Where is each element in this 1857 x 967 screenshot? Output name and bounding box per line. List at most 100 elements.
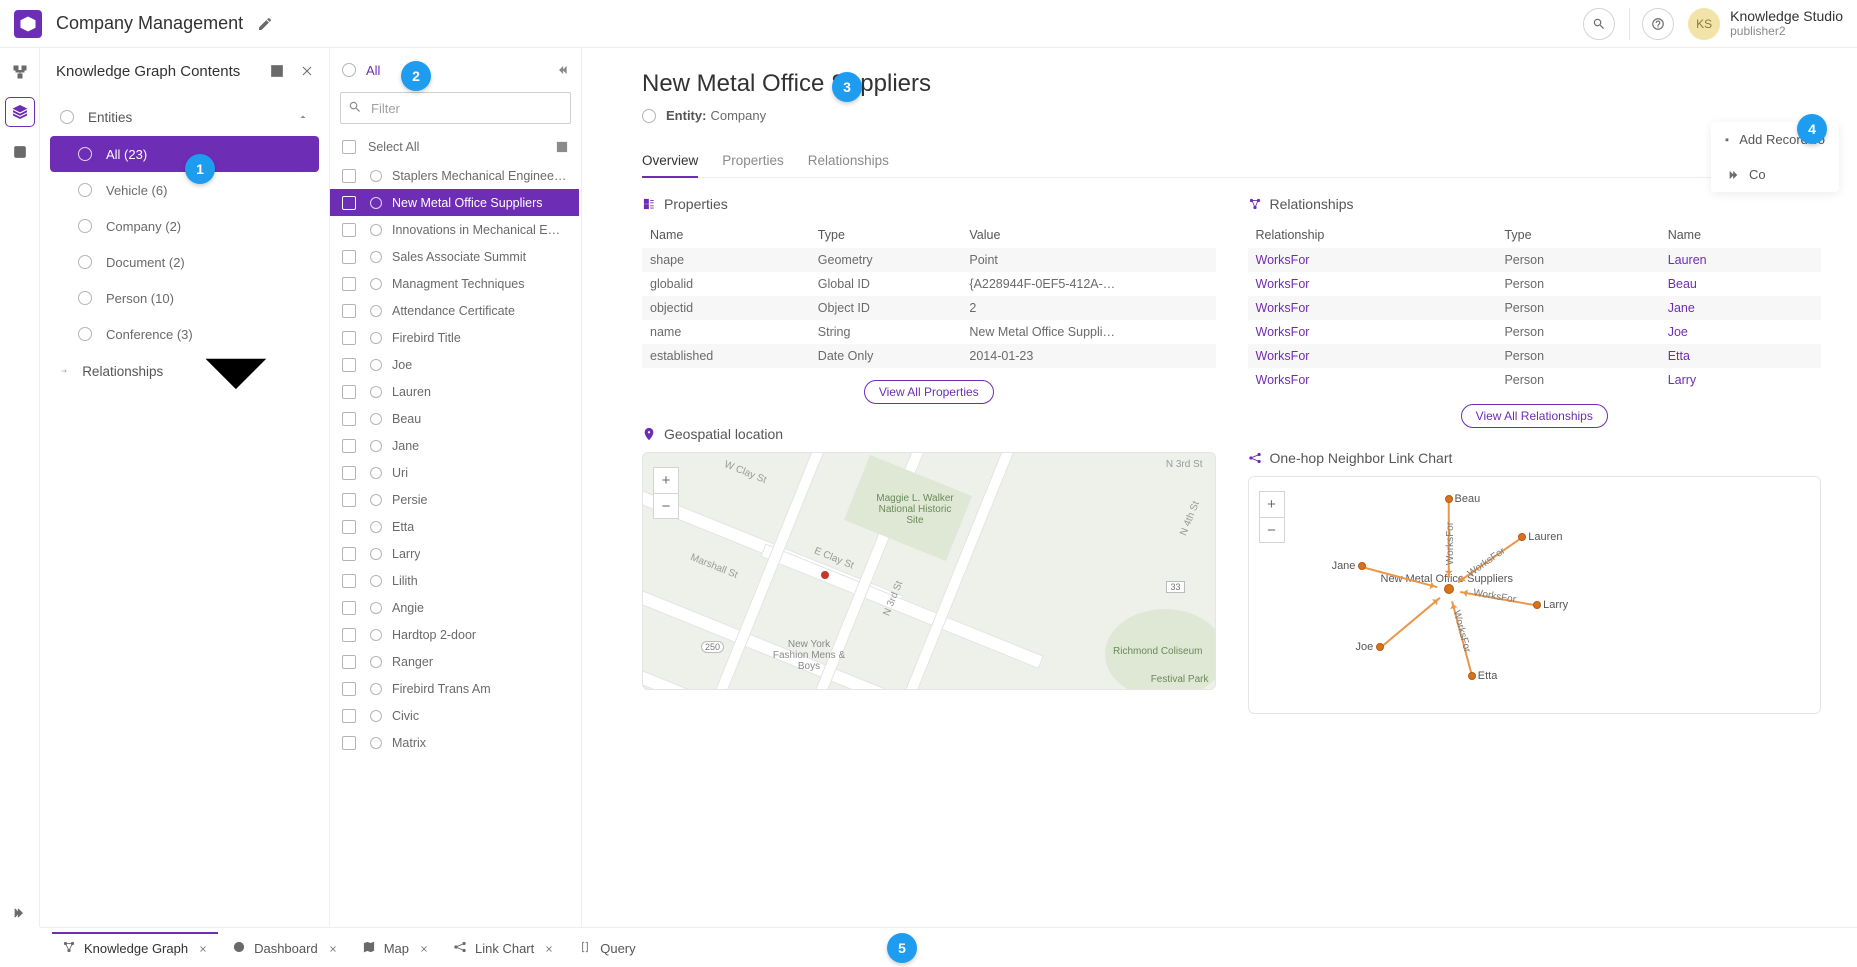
checkbox-icon[interactable] <box>342 628 356 642</box>
checkbox-icon[interactable] <box>342 385 356 399</box>
pin-icon <box>642 427 656 441</box>
radio-icon <box>78 219 92 233</box>
record-item[interactable]: Innovations in Mechanical Engin… <box>330 216 579 243</box>
record-item[interactable]: Firebird Trans Am <box>330 675 579 702</box>
rail-data-icon[interactable] <box>6 138 34 166</box>
zoom-in-button[interactable]: + <box>653 467 679 493</box>
checkbox-icon[interactable] <box>342 655 356 669</box>
zoom-out-button[interactable]: − <box>1259 517 1285 543</box>
filter-input[interactable] <box>340 92 571 124</box>
checkbox-icon[interactable] <box>342 601 356 615</box>
user-block[interactable]: Knowledge Studio publisher2 <box>1730 9 1843 38</box>
sidebar-item[interactable]: Vehicle (6) <box>50 172 319 208</box>
tab-relationships[interactable]: Relationships <box>808 145 889 177</box>
bottom-tab-knowledge-graph[interactable]: Knowledge Graph <box>52 932 218 963</box>
checkbox-icon[interactable] <box>342 196 356 210</box>
record-item[interactable]: Etta <box>330 513 579 540</box>
checkbox-icon[interactable] <box>342 574 356 588</box>
tab-overview[interactable]: Overview <box>642 145 698 178</box>
record-item[interactable]: Persie <box>330 486 579 513</box>
checkbox-icon[interactable] <box>342 250 356 264</box>
record-item[interactable]: Jane <box>330 432 579 459</box>
record-item[interactable]: Staplers Mechanical Engineering <box>330 162 579 189</box>
radio-icon <box>370 602 382 614</box>
radio-icon <box>370 548 382 560</box>
checkbox-icon[interactable] <box>342 439 356 453</box>
sidebar-item[interactable]: Company (2) <box>50 208 319 244</box>
tab-properties[interactable]: Properties <box>722 145 784 177</box>
checkbox-icon[interactable] <box>342 140 356 154</box>
new-window-icon[interactable] <box>269 63 285 79</box>
radio-icon <box>370 170 382 182</box>
checkbox-icon[interactable] <box>342 223 356 237</box>
geo-title: Geospatial location <box>664 426 783 442</box>
record-title: New Metal Office Suppliers <box>642 70 1821 98</box>
checkbox-icon[interactable] <box>342 277 356 291</box>
graph-icon <box>62 940 76 957</box>
sidebar-item[interactable]: Document (2) <box>50 244 319 280</box>
checkbox-icon[interactable] <box>342 466 356 480</box>
checkbox-icon[interactable] <box>342 493 356 507</box>
properties-table: NameTypeValue shapeGeometryPointglobalid… <box>642 222 1216 368</box>
checkbox-icon[interactable] <box>342 709 356 723</box>
record-item[interactable]: Hardtop 2-door <box>330 621 579 648</box>
popout-icon[interactable] <box>555 140 569 154</box>
map-pin <box>821 571 829 579</box>
record-item[interactable]: Ranger <box>330 648 579 675</box>
search-button[interactable] <box>1583 8 1615 40</box>
record-item[interactable]: Managment Techniques <box>330 270 579 297</box>
record-item[interactable]: Lauren <box>330 378 579 405</box>
record-item[interactable]: Sales Associate Summit <box>330 243 579 270</box>
relationships-section[interactable]: Relationships <box>50 352 319 390</box>
checkbox-icon[interactable] <box>342 520 356 534</box>
record-item[interactable]: Larry <box>330 540 579 567</box>
record-item[interactable]: Uri <box>330 459 579 486</box>
collapse-button[interactable]: Co <box>1711 157 1839 192</box>
record-item[interactable]: Lilith <box>330 567 579 594</box>
zoom-in-button[interactable]: + <box>1259 491 1285 517</box>
checkbox-icon[interactable] <box>342 169 356 183</box>
checkbox-icon[interactable] <box>342 736 356 750</box>
checkbox-icon[interactable] <box>342 358 356 372</box>
close-icon[interactable] <box>544 944 554 954</box>
record-item[interactable]: Attendance Certificate <box>330 297 579 324</box>
record-item[interactable]: Matrix <box>330 729 579 756</box>
select-all-row[interactable]: Select All <box>330 132 581 162</box>
record-item[interactable]: Joe <box>330 351 579 378</box>
link-chart-widget[interactable]: + − New Metal Office SuppliersBeauWorksF… <box>1248 476 1822 714</box>
entities-section[interactable]: Entities <box>50 98 319 136</box>
record-item[interactable]: Civic <box>330 702 579 729</box>
checkbox-icon[interactable] <box>342 547 356 561</box>
bottom-tab-map[interactable]: Map <box>352 932 439 963</box>
search-icon <box>348 100 362 114</box>
close-icon[interactable] <box>328 944 338 954</box>
checkbox-icon[interactable] <box>342 412 356 426</box>
collapse-left-icon[interactable] <box>555 63 569 77</box>
record-item[interactable]: Firebird Title <box>330 324 579 351</box>
view-all-properties-button[interactable]: View All Properties <box>864 380 994 404</box>
search-icon <box>1592 17 1606 31</box>
rail-expand-icon[interactable] <box>6 899 34 927</box>
bottom-tab-query[interactable]: Query <box>568 932 645 963</box>
rail-model-icon[interactable] <box>6 58 34 86</box>
avatar[interactable]: KS <box>1688 8 1720 40</box>
view-all-relationships-button[interactable]: View All Relationships <box>1461 404 1608 428</box>
close-icon[interactable] <box>419 944 429 954</box>
help-button[interactable] <box>1642 8 1674 40</box>
close-panel-icon[interactable] <box>299 63 315 79</box>
zoom-out-button[interactable]: − <box>653 493 679 519</box>
edit-icon[interactable] <box>257 16 273 32</box>
record-item[interactable]: New Metal Office Suppliers <box>330 189 579 216</box>
bottom-tab-dashboard[interactable]: Dashboard <box>222 932 348 963</box>
radio-icon <box>342 63 356 77</box>
checkbox-icon[interactable] <box>342 331 356 345</box>
map-widget[interactable]: W Clay St E Clay St Marshall St N 3rd St… <box>642 452 1216 690</box>
link-chart-icon <box>1248 451 1262 465</box>
bottom-tab-link-chart[interactable]: Link Chart <box>443 932 564 963</box>
checkbox-icon[interactable] <box>342 682 356 696</box>
close-icon[interactable] <box>198 944 208 954</box>
record-item[interactable]: Angie <box>330 594 579 621</box>
checkbox-icon[interactable] <box>342 304 356 318</box>
rail-layers-icon[interactable] <box>6 98 34 126</box>
record-item[interactable]: Beau <box>330 405 579 432</box>
